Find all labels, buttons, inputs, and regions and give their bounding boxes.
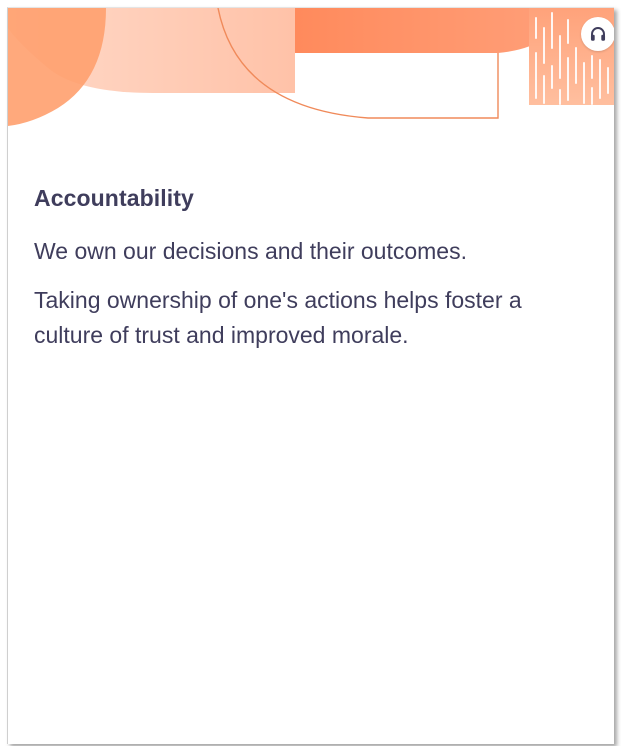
card-title: Accountability xyxy=(34,185,194,211)
decorative-banner xyxy=(8,8,614,126)
audio-button[interactable] xyxy=(581,17,614,51)
card-paragraph-2: Taking ownership of one's actions helps … xyxy=(34,287,522,348)
headphones-icon xyxy=(590,27,606,41)
orange-quarter-circle-shape xyxy=(8,8,106,126)
card-content: Accountability We own our decisions and … xyxy=(34,182,594,367)
value-card: Accountability We own our decisions and … xyxy=(7,7,614,744)
card-paragraph-1: We own our decisions and their outcomes. xyxy=(34,238,467,264)
